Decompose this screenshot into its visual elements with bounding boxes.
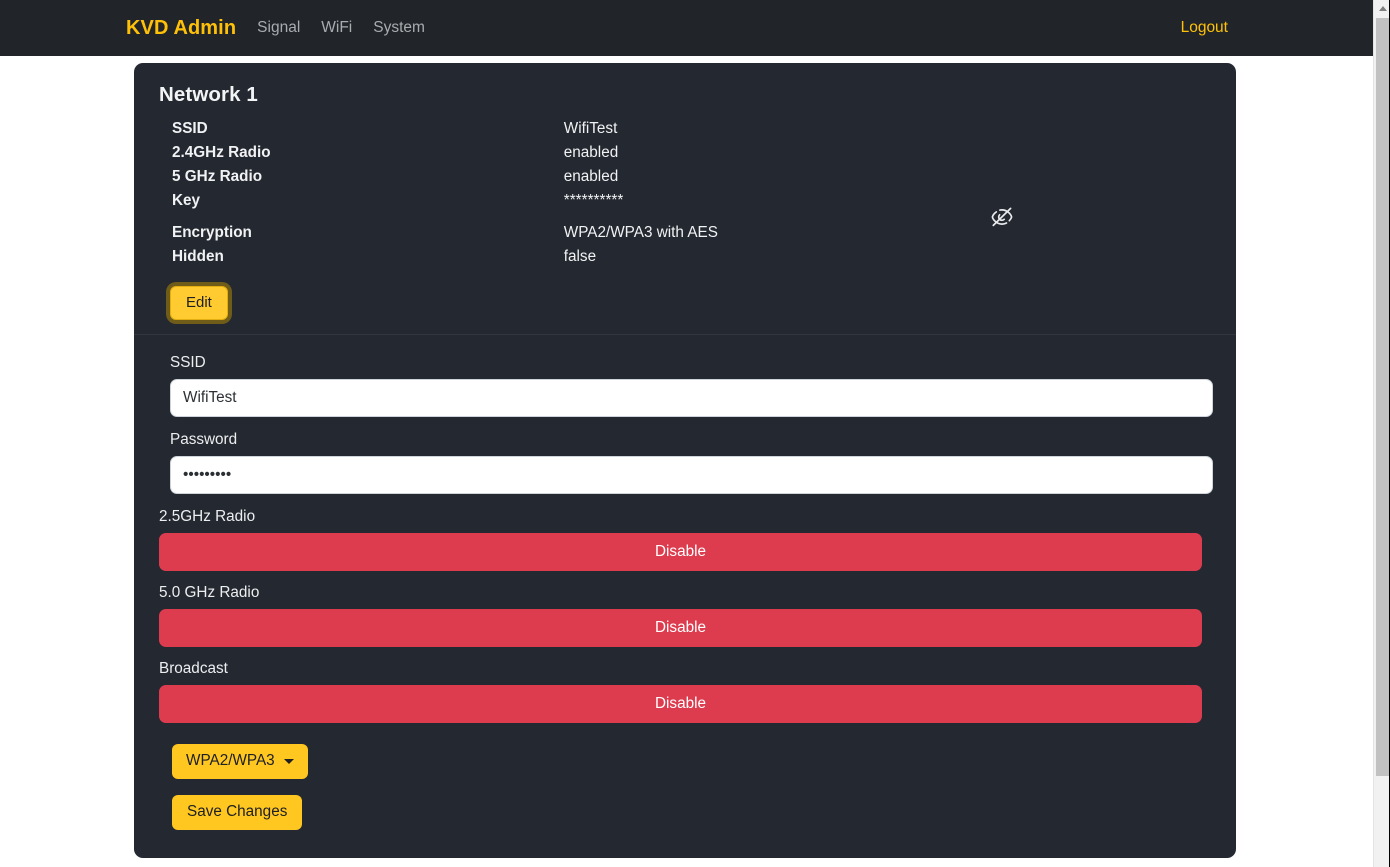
nav-link-system[interactable]: System	[373, 19, 425, 37]
info-action-cell	[982, 117, 1211, 141]
logout-link[interactable]: Logout	[1181, 19, 1228, 36]
table-row: 5 GHz Radio enabled	[159, 165, 1211, 189]
radio-50-label: 5.0 GHz Radio	[159, 584, 260, 601]
encryption-dropdown-row: WPA2/WPA3 Save Changes	[172, 744, 1211, 830]
table-row: Encryption WPA2/WPA3 with AES	[159, 221, 1211, 245]
page-title: Network 1	[159, 83, 258, 106]
page-root: KVD Admin Signal WiFi System Logout Netw…	[0, 0, 1390, 867]
network-card: Network 1 SSID WifiTest 2.4GHz Radio ena…	[134, 63, 1236, 858]
info-key-encryption: Encryption	[172, 224, 252, 241]
table-row: 2.4GHz Radio enabled	[159, 141, 1211, 165]
password-input[interactable]	[170, 456, 1213, 494]
network-card-header: Network 1 SSID WifiTest 2.4GHz Radio ena…	[134, 63, 1236, 335]
info-key-ssid: SSID	[172, 120, 208, 137]
info-action-cell	[982, 141, 1211, 165]
broadcast-group: Broadcast Disable	[159, 660, 1211, 723]
radio-50-group: 5.0 GHz Radio Disable	[159, 584, 1211, 647]
info-value-radio-5: enabled	[563, 168, 619, 185]
info-action-cell	[982, 189, 1211, 227]
nav-link-wifi[interactable]: WiFi	[321, 19, 352, 37]
radio-24-label: 2.5GHz Radio	[159, 508, 256, 525]
page-scrollbar[interactable]	[1373, 0, 1390, 867]
nav-link-signal[interactable]: Signal	[257, 19, 300, 37]
scrollbar-thumb[interactable]	[1376, 18, 1389, 776]
chevron-down-icon	[283, 758, 294, 764]
info-action-cell	[982, 165, 1211, 189]
radio-24-disable-button[interactable]: Disable	[159, 533, 1202, 571]
ssid-field-group: SSID	[159, 354, 1213, 417]
info-value-key: **********	[563, 192, 624, 209]
ssid-input[interactable]	[170, 379, 1213, 417]
info-value-hidden: false	[563, 248, 597, 265]
info-key-hidden: Hidden	[172, 248, 224, 265]
top-navbar: KVD Admin Signal WiFi System Logout	[0, 0, 1373, 56]
broadcast-disable-button[interactable]: Disable	[159, 685, 1202, 723]
nav-links: Signal WiFi System	[257, 19, 425, 37]
eye-slash-icon[interactable]	[990, 205, 1014, 229]
info-key-radio-5: 5 GHz Radio	[172, 168, 263, 185]
scrollbar-up-arrow[interactable]	[1374, 0, 1390, 17]
info-value-radio-24: enabled	[563, 144, 619, 161]
table-row: Key **********	[159, 189, 1211, 227]
save-changes-button[interactable]: Save Changes	[172, 795, 303, 830]
table-row: Hidden false	[159, 245, 1211, 269]
info-key-key: Key	[172, 192, 201, 209]
info-action-cell	[982, 245, 1211, 269]
info-action-cell	[982, 221, 1211, 245]
brand-logo[interactable]: KVD Admin	[126, 17, 236, 40]
radio-50-disable-button[interactable]: Disable	[159, 609, 1202, 647]
browser-viewport: KVD Admin Signal WiFi System Logout Netw…	[0, 0, 1373, 867]
nav-right-group: Logout	[1181, 19, 1228, 37]
encryption-dropdown-button[interactable]: WPA2/WPA3	[172, 744, 308, 779]
broadcast-label: Broadcast	[159, 660, 228, 677]
ssid-label: SSID	[170, 354, 206, 371]
network-info-table: SSID WifiTest 2.4GHz Radio enabled 5 GHz…	[159, 117, 1211, 269]
encryption-dropdown-label: WPA2/WPA3	[186, 752, 275, 769]
info-key-radio-24: 2.4GHz Radio	[172, 144, 271, 161]
password-field-group: Password	[159, 431, 1213, 494]
table-row: SSID WifiTest	[159, 117, 1211, 141]
network-edit-form: SSID Password 2.5GHz Radio Disable 5.0 G…	[134, 335, 1236, 856]
edit-button[interactable]: Edit	[170, 286, 228, 320]
info-value-ssid: WifiTest	[563, 120, 618, 137]
password-label: Password	[170, 431, 238, 448]
info-value-encryption: WPA2/WPA3 with AES	[563, 224, 718, 241]
radio-24-group: 2.5GHz Radio Disable	[159, 508, 1211, 571]
